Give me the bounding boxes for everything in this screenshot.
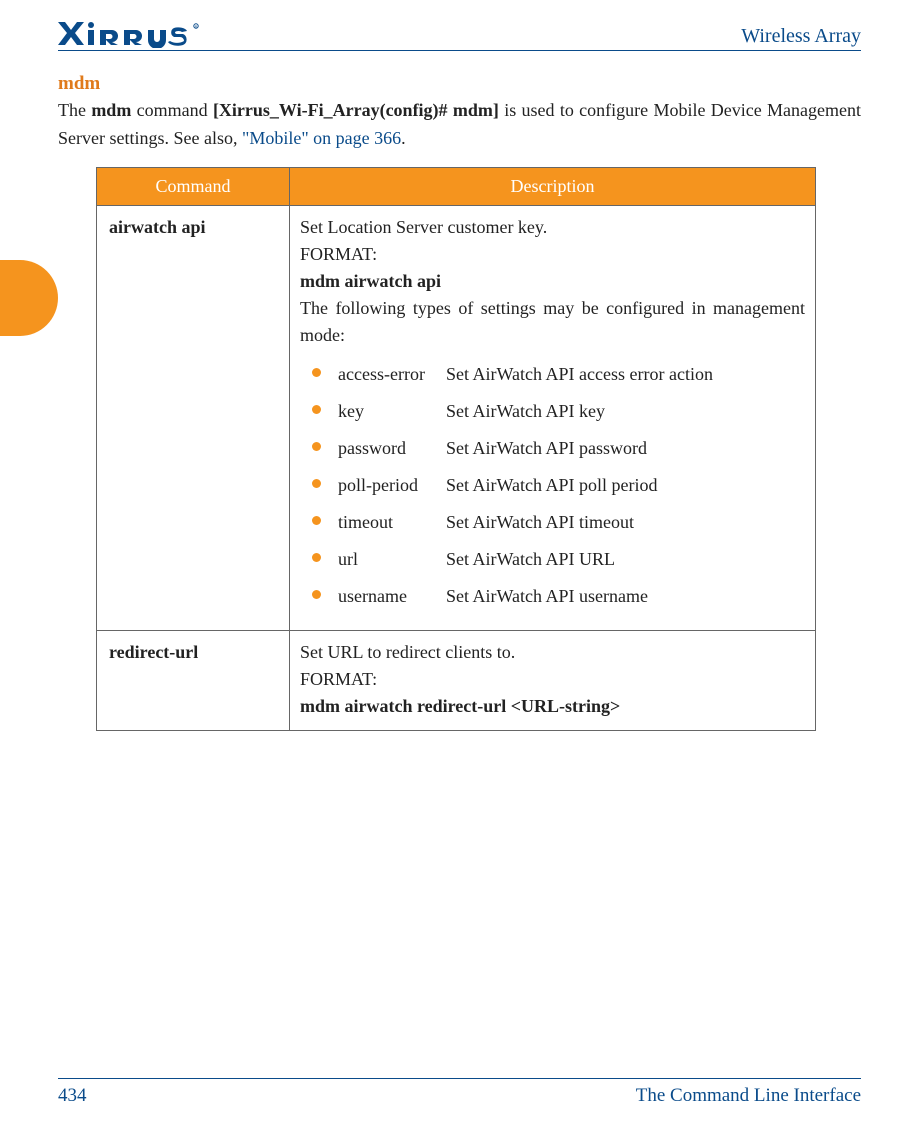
list-item: keySet AirWatch API key	[312, 398, 805, 425]
list-item: timeoutSet AirWatch API timeout	[312, 509, 805, 536]
cross-ref-link[interactable]: "Mobile" on page 366	[242, 128, 401, 148]
doc-title: Wireless Array	[741, 25, 861, 48]
desc-line: Set URL to redirect clients to.	[300, 642, 515, 662]
col-header-command: Command	[97, 167, 290, 205]
setting-def: Set AirWatch API timeout	[446, 509, 805, 536]
setting-def: Set AirWatch API key	[446, 398, 805, 425]
intro-paragraph: The mdm command [Xirrus_Wi-Fi_Array(conf…	[58, 97, 861, 153]
table-header-row: Command Description	[97, 167, 816, 205]
list-item: access-errorSet AirWatch API access erro…	[312, 361, 805, 388]
footer-section-title: The Command Line Interface	[636, 1085, 861, 1107]
command-table: Command Description airwatch api Set Loc…	[96, 167, 816, 731]
format-command: mdm airwatch redirect-url <URL-string>	[300, 696, 620, 716]
intro-text: .	[401, 128, 406, 148]
side-tab	[0, 260, 58, 336]
list-item: passwordSet AirWatch API password	[312, 435, 805, 462]
desc-cell: Set Location Server customer key. FORMAT…	[290, 205, 816, 630]
cmd-cell: redirect-url	[97, 630, 290, 730]
setting-term: url	[338, 546, 446, 573]
setting-term: poll-period	[338, 472, 446, 499]
desc-line: Set Location Server customer key.	[300, 217, 547, 237]
format-label: FORMAT:	[300, 244, 377, 264]
desc-cell: Set URL to redirect clients to. FORMAT: …	[290, 630, 816, 730]
page-header: R Wireless Array	[58, 20, 861, 51]
list-item: usernameSet AirWatch API username	[312, 583, 805, 610]
intro-text: command	[131, 100, 213, 120]
setting-term: username	[338, 583, 446, 610]
page-footer: 434 The Command Line Interface	[58, 1078, 861, 1107]
intro-text: The	[58, 100, 91, 120]
after-format-text: The following types of settings may be c…	[300, 298, 805, 345]
format-label: FORMAT:	[300, 669, 377, 689]
table-row: airwatch api Set Location Server custome…	[97, 205, 816, 630]
setting-term: key	[338, 398, 446, 425]
setting-def: Set AirWatch API username	[446, 583, 805, 610]
setting-def: Set AirWatch API poll period	[446, 472, 805, 499]
setting-def: Set AirWatch API password	[446, 435, 805, 462]
setting-def: Set AirWatch API access error action	[446, 361, 805, 388]
setting-term: timeout	[338, 509, 446, 536]
setting-term: password	[338, 435, 446, 462]
setting-term: access-error	[338, 361, 446, 388]
list-item: urlSet AirWatch API URL	[312, 546, 805, 573]
page-number: 434	[58, 1085, 87, 1107]
format-command: mdm airwatch api	[300, 271, 441, 291]
intro-cmd: mdm	[91, 100, 131, 120]
col-header-description: Description	[290, 167, 816, 205]
list-item: poll-periodSet AirWatch API poll period	[312, 472, 805, 499]
setting-def: Set AirWatch API URL	[446, 546, 805, 573]
xirrus-logo-icon: R	[58, 20, 218, 48]
settings-list: access-errorSet AirWatch API access erro…	[312, 361, 805, 610]
cmd-cell: airwatch api	[97, 205, 290, 630]
logo: R	[58, 20, 218, 48]
section-heading: mdm	[58, 73, 861, 95]
intro-prompt: [Xirrus_Wi-Fi_Array(config)# mdm]	[213, 100, 499, 120]
table-row: redirect-url Set URL to redirect clients…	[97, 630, 816, 730]
